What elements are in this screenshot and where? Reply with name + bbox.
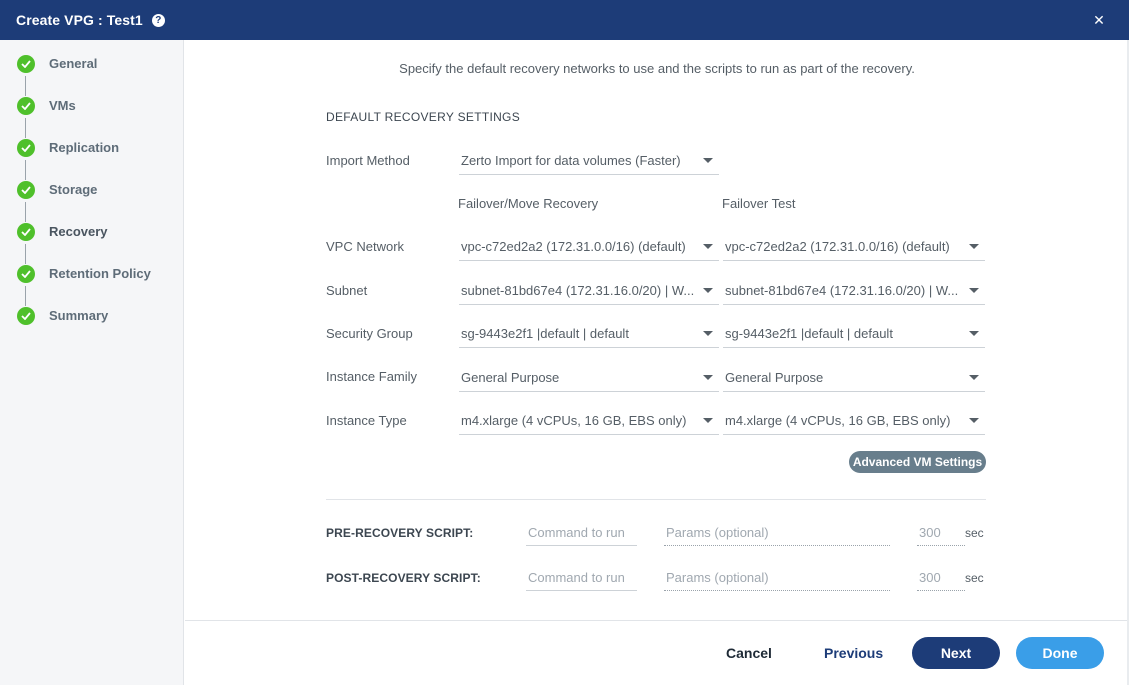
pre-recovery-timeout-input[interactable] — [917, 520, 965, 545]
advanced-vm-settings-button[interactable]: Advanced VM Settings — [849, 451, 986, 473]
check-circle-icon — [17, 55, 35, 73]
select-value: vpc-c72ed2a2 (172.31.0.0/16) (default) — [461, 239, 686, 254]
check-circle-icon — [17, 97, 35, 115]
pre-recovery-script-label: PRE-RECOVERY SCRIPT: — [326, 526, 474, 540]
select-value: General Purpose — [461, 370, 560, 385]
instance-type-failover-select[interactable]: m4.xlarge (4 vCPUs, 16 GB, EBS only) — [459, 407, 719, 435]
intro-text: Specify the default recovery networks to… — [399, 61, 915, 76]
step-vms[interactable]: VMs — [0, 91, 184, 119]
chevron-down-icon — [703, 331, 713, 336]
select-value: m4.xlarge (4 vCPUs, 16 GB, EBS only) — [725, 413, 951, 428]
chevron-down-icon — [703, 158, 713, 163]
chevron-down-icon — [969, 331, 979, 336]
step-label: Storage — [49, 182, 98, 197]
check-circle-icon — [17, 307, 35, 325]
chevron-down-icon — [703, 288, 713, 293]
step-recovery[interactable]: Recovery — [0, 217, 184, 245]
post-recovery-params-field[interactable] — [664, 565, 890, 591]
step-label: General — [49, 56, 98, 71]
step-label: Retention Policy — [49, 266, 151, 281]
subnet-failover-select[interactable]: subnet-81bd67e4 (172.31.16.0/20) | W... — [459, 277, 719, 305]
select-value: vpc-c72ed2a2 (172.31.0.0/16) (default) — [725, 239, 950, 254]
instance-type-test-select[interactable]: m4.xlarge (4 vCPUs, 16 GB, EBS only) — [723, 407, 985, 435]
pre-recovery-command-input[interactable] — [526, 520, 637, 545]
instance-family-test-select[interactable]: General Purpose — [723, 364, 985, 392]
step-label: Summary — [49, 308, 109, 323]
pre-recovery-params-input[interactable] — [664, 520, 890, 545]
previous-button[interactable]: Previous — [824, 645, 883, 661]
step-summary[interactable]: Summary — [0, 301, 184, 329]
pre-recovery-timeout-unit: sec — [965, 526, 984, 540]
chevron-down-icon — [969, 418, 979, 423]
post-recovery-command-input[interactable] — [526, 565, 637, 590]
chevron-down-icon — [969, 288, 979, 293]
security-group-label: Security Group — [326, 326, 413, 341]
step-label: Recovery — [49, 224, 108, 239]
instance-family-label: Instance Family — [326, 369, 418, 384]
dialog-footer: Cancel Previous Next Done — [185, 620, 1129, 685]
subnet-test-select[interactable]: subnet-81bd67e4 (172.31.16.0/20) | W... — [723, 277, 985, 305]
check-circle-icon — [17, 265, 35, 283]
vpc-network-failover-select[interactable]: vpc-c72ed2a2 (172.31.0.0/16) (default) — [459, 233, 719, 261]
post-recovery-params-input[interactable] — [664, 565, 890, 590]
step-retention-policy[interactable]: Retention Policy — [0, 259, 184, 287]
step-replication[interactable]: Replication — [0, 133, 184, 161]
pre-recovery-params-field[interactable] — [664, 520, 890, 546]
select-value: General Purpose — [725, 370, 824, 385]
chevron-down-icon — [703, 244, 713, 249]
chevron-down-icon — [969, 244, 979, 249]
pre-recovery-timeout-field[interactable] — [917, 520, 965, 546]
instance-family-failover-select[interactable]: General Purpose — [459, 364, 719, 392]
post-recovery-timeout-field[interactable] — [917, 565, 965, 591]
security-group-test-select[interactable]: sg-9443e2f1 |default | default — [723, 320, 985, 348]
dialog-header: Create VPG : Test1 ? ✕ — [0, 0, 1129, 40]
chevron-down-icon — [703, 418, 713, 423]
divider — [326, 499, 986, 500]
dialog-title: Create VPG : Test1 — [16, 12, 143, 28]
instance-type-label: Instance Type — [326, 413, 407, 428]
pre-recovery-command-field[interactable] — [526, 520, 637, 546]
select-value: m4.xlarge (4 vCPUs, 16 GB, EBS only) — [461, 413, 687, 428]
failover-column-header: Failover/Move Recovery — [458, 196, 599, 211]
post-recovery-timeout-unit: sec — [965, 571, 984, 585]
select-value: Zerto Import for data volumes (Faster) — [461, 153, 681, 168]
wizard-steps-sidebar: General VMs Replication Storage Recovery… — [0, 40, 184, 685]
done-button[interactable]: Done — [1016, 637, 1104, 669]
select-value: sg-9443e2f1 |default | default — [725, 326, 893, 341]
vpc-network-label: VPC Network — [326, 239, 405, 254]
test-column-header: Failover Test — [722, 196, 796, 211]
check-circle-icon — [17, 223, 35, 241]
step-general[interactable]: General — [0, 49, 184, 77]
check-circle-icon — [17, 139, 35, 157]
step-label: VMs — [49, 98, 76, 113]
step-label: Replication — [49, 140, 120, 155]
import-method-select[interactable]: Zerto Import for data volumes (Faster) — [459, 147, 719, 175]
step-storage[interactable]: Storage — [0, 175, 184, 203]
close-icon[interactable]: ✕ — [1091, 12, 1107, 28]
select-value: subnet-81bd67e4 (172.31.16.0/20) | W... — [461, 283, 695, 298]
question-circle-icon[interactable]: ? — [151, 13, 165, 27]
subnet-label: Subnet — [326, 283, 368, 298]
section-title: DEFAULT RECOVERY SETTINGS — [326, 110, 520, 124]
cancel-button[interactable]: Cancel — [726, 645, 772, 661]
security-group-failover-select[interactable]: sg-9443e2f1 |default | default — [459, 320, 719, 348]
select-value: subnet-81bd67e4 (172.31.16.0/20) | W... — [725, 283, 959, 298]
post-recovery-timeout-input[interactable] — [917, 565, 965, 590]
select-value: sg-9443e2f1 |default | default — [461, 326, 629, 341]
check-circle-icon — [17, 181, 35, 199]
import-method-label: Import Method — [326, 153, 410, 168]
chevron-down-icon — [969, 375, 979, 380]
chevron-down-icon — [703, 375, 713, 380]
recovery-settings-panel: Specify the default recovery networks to… — [185, 40, 1129, 620]
next-button[interactable]: Next — [912, 637, 1000, 669]
post-recovery-script-label: POST-RECOVERY SCRIPT: — [326, 571, 481, 585]
vpc-network-test-select[interactable]: vpc-c72ed2a2 (172.31.0.0/16) (default) — [723, 233, 985, 261]
post-recovery-command-field[interactable] — [526, 565, 637, 591]
